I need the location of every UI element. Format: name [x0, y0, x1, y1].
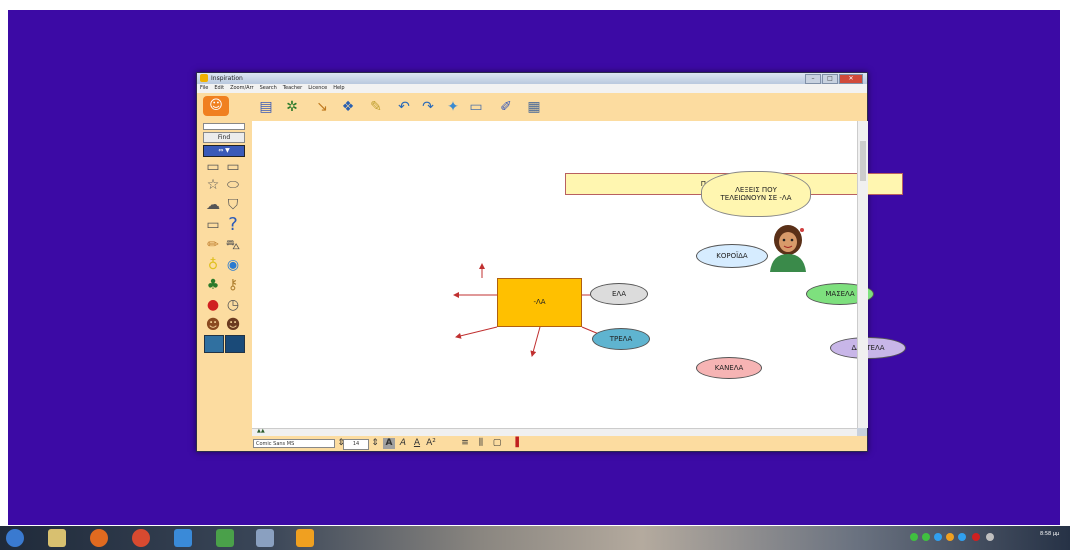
link-left-bottom — [455, 326, 498, 339]
nav-arrows-button[interactable]: ⇔ ▼ — [203, 145, 245, 157]
tree-symbol-icon[interactable]: ♣ — [203, 277, 223, 293]
apple-symbol-icon[interactable]: ● — [203, 297, 223, 313]
tray-icon[interactable] — [910, 533, 918, 541]
node-left[interactable]: ΕΛΑ — [590, 283, 648, 305]
key-symbol-icon[interactable]: ⚷ — [223, 277, 243, 293]
menu-help[interactable]: Help — [333, 84, 344, 93]
question-icon[interactable]: ? — [223, 216, 243, 234]
menu-search[interactable]: Search — [260, 84, 277, 93]
menu-licence[interactable]: Licence — [308, 84, 327, 93]
outline-icon[interactable]: ▦ — [523, 98, 545, 116]
ie-icon[interactable] — [174, 529, 192, 547]
app-taskbar-icon[interactable] — [216, 529, 234, 547]
title-bar[interactable]: Inspiration – □ ✕ — [197, 73, 867, 84]
node-left-bottom[interactable]: ΤΡΕΛΑ — [592, 328, 650, 350]
pencil-icon[interactable]: ✎ — [365, 98, 387, 116]
window-title: Inspiration — [211, 75, 243, 82]
volume-icon[interactable] — [986, 533, 994, 541]
underline-button[interactable]: A — [411, 438, 423, 449]
zoom-control[interactable]: ▲▲ — [257, 428, 265, 434]
close-button[interactable]: ✕ — [839, 74, 863, 84]
font-select[interactable]: Comic Sans MS — [253, 439, 335, 448]
taskbar: 8:58 μμ — [0, 526, 1070, 550]
spider-icon[interactable]: ✲ — [281, 98, 303, 116]
girl-character-icon — [762, 220, 814, 272]
node-bottom[interactable]: ΚΑΝΕΛΑ — [696, 357, 762, 379]
firefox-icon[interactable] — [90, 529, 108, 547]
start-button[interactable] — [6, 529, 24, 547]
tray-icon[interactable] — [934, 533, 942, 541]
bold-button[interactable]: A — [383, 438, 395, 449]
format-bar: ▲▲ Comic Sans MS ⇕ 14 ⇕ A A A A² ≡ ⫼ ▢ ▌ — [197, 428, 867, 451]
note-icon[interactable]: ▭ — [465, 98, 487, 116]
link-icon[interactable]: ↘ — [311, 98, 333, 116]
link-lines — [453, 263, 631, 357]
minimize-button[interactable]: – — [805, 74, 821, 84]
inspiration-taskbar-icon[interactable] — [296, 529, 314, 547]
menu-teacher[interactable]: Teacher — [283, 84, 302, 93]
frame-icon[interactable]: ▢ — [491, 438, 503, 449]
arrow-shape-icon[interactable]: ⬭ — [223, 177, 243, 193]
clock-symbol-icon[interactable]: ◷ — [223, 297, 243, 313]
italic-button[interactable]: A — [397, 438, 409, 449]
redo-icon[interactable]: ↷ — [417, 98, 439, 116]
tag-shape-icon[interactable]: ▭ — [203, 217, 223, 233]
idea-icon[interactable]: ✦ — [442, 98, 464, 116]
link-bottom — [530, 326, 541, 357]
tray-icon[interactable] — [972, 533, 980, 541]
vertical-scrollbar[interactable] — [857, 121, 868, 428]
center-node[interactable]: -ΛΑ — [497, 278, 582, 327]
boy-symbol-icon[interactable]: ☻ — [203, 317, 223, 333]
menu-edit[interactable]: Edit — [214, 84, 224, 93]
size-stepper-icon[interactable]: ⇕ — [369, 438, 381, 449]
superscript-button[interactable]: A² — [425, 438, 437, 449]
cloud-bubble[interactable]: ΛΕΞΕΙΣ ΠΟΥ ΤΕΛΕΙΩΝΟΥΝ ΣΕ -ΛΑ — [701, 171, 811, 217]
tray-icon[interactable] — [958, 533, 966, 541]
tray-icon[interactable] — [922, 533, 930, 541]
star-shape-icon[interactable]: ☆ — [203, 177, 223, 193]
rounded-shape-icon[interactable]: ▭ — [223, 159, 243, 175]
chrome-icon[interactable] — [132, 529, 150, 547]
menu-zoom[interactable]: Zoom/Arr — [230, 84, 254, 93]
symbol-palette: Find ⇔ ▼ ▭ ▭ ☆ ⬭ ☁ ⛉ ▭ ? ✏ ⛍ ♁ ◉ ♣ ⚷ ● ◷… — [197, 121, 252, 436]
tray-icon[interactable] — [946, 533, 954, 541]
diagram-canvas[interactable]: ΠΑΙΔΙΚΑ ΠΑΙΧΝΙΔΙΑ ΛΕΞΕΙΣ ΠΟΥ ΤΕΛΕΙΩΝΟΥΝ … — [252, 121, 906, 428]
find-input[interactable] — [203, 123, 245, 130]
doc-icon[interactable]: ▤ — [255, 98, 277, 116]
window-taskbar-icon[interactable] — [256, 529, 274, 547]
cloud-shape-icon[interactable]: ☁ — [203, 197, 223, 213]
bulb-symbol-icon[interactable]: ♁ — [203, 257, 223, 273]
size-select[interactable]: 14 — [343, 439, 369, 450]
car-symbol-icon[interactable]: ⛍ — [223, 237, 243, 253]
menu-bar: File Edit Zoom/Arr Search Teacher Licenc… — [197, 84, 867, 93]
explorer-icon[interactable] — [48, 529, 66, 547]
find-button[interactable]: Find — [203, 132, 245, 143]
node-right-bottom[interactable]: ΔΑΝΤΕΛΑ — [830, 337, 906, 359]
app-logo-icon[interactable]: ☺ — [203, 96, 229, 116]
shirt-shape-icon[interactable]: ⛉ — [223, 197, 243, 213]
vertical-scroll-thumb[interactable] — [860, 141, 866, 181]
globe-symbol-icon[interactable]: ◉ — [223, 257, 243, 273]
pencil-symbol-icon[interactable]: ✏ — [203, 237, 223, 253]
color-swatch-icon[interactable]: ▌ — [513, 438, 525, 449]
toolbar: ☺ ▤ ✲ ↘ ❖ ✎ ↶ ↷ ✦ ▭ ✐ ▦ — [197, 93, 867, 121]
arrange-icon[interactable]: ❖ — [337, 98, 359, 116]
undo-icon[interactable]: ↶ — [393, 98, 415, 116]
landscape-symbol-icon[interactable] — [204, 335, 224, 353]
girl-symbol-icon[interactable]: ☻ — [223, 317, 243, 333]
app-icon — [200, 74, 208, 82]
night-symbol-icon[interactable] — [225, 335, 245, 353]
app-window: Inspiration – □ ✕ File Edit Zoom/Arr Sea… — [196, 72, 906, 452]
align-left-icon[interactable]: ≡ — [459, 438, 471, 449]
maximize-button[interactable]: □ — [822, 74, 838, 84]
columns-icon[interactable]: ⫼ — [475, 438, 487, 449]
rectangle-shape-icon[interactable]: ▭ — [203, 159, 223, 175]
menu-file[interactable]: File — [200, 84, 208, 93]
clock[interactable]: 8:58 μμ — [1040, 530, 1059, 538]
pen-icon[interactable]: ✐ — [495, 98, 517, 116]
node-top[interactable]: ΚΟΡΟΪΔΑ — [696, 244, 768, 268]
